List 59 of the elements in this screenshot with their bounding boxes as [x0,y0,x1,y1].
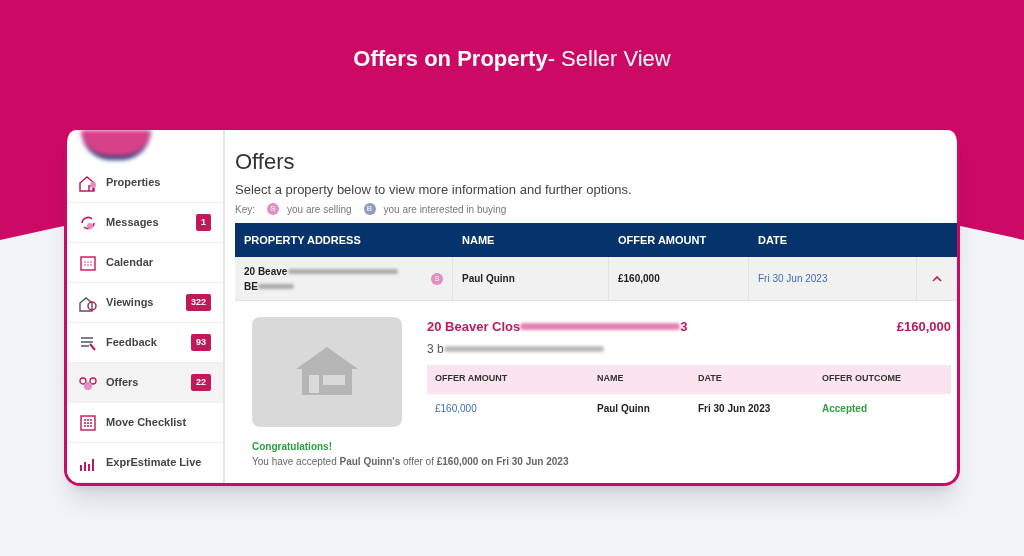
sidebar-item[interactable]: Feedback 93 [67,323,223,363]
blurred-text [257,283,294,289]
banner-title: Offers on Property [353,45,548,73]
name-cell: Paul Quinn [597,403,650,414]
address-text: BE [244,279,258,294]
name-cell-text: Paul Quinn [462,272,515,286]
logo [81,130,151,160]
count-badge: 93 [191,333,211,352]
role-badge: S [431,272,443,285]
key-text: you are interested in buying [383,202,507,217]
column-header: OFFER AMOUNT [435,373,508,384]
address-text: 20 Beave [244,264,288,279]
property-subtitle: 3 b [427,340,444,358]
page-heading: Offers [235,148,296,176]
intro-text: Select a property below to view more information and further options. [235,180,633,199]
key-badge: B [363,203,376,215]
column-header: OFFER OUTCOME [822,373,901,384]
banner-subtitle: - Seller View [547,45,671,73]
grid-icon [78,412,98,433]
sidebar-label: ExprEstimate Live [106,455,203,471]
column-header: DATE [698,373,722,384]
key-badge: S [267,203,279,215]
count-badge: 322 [185,293,211,312]
amount-cell: £160,000 [435,403,477,414]
house-icon [296,347,358,397]
sidebar-item[interactable]: Move Checklist [67,403,223,443]
outcome-cell: Accepted [822,403,867,414]
success-heading: Congratulations! [252,440,333,454]
sidebar-label: Messages [106,215,160,231]
sidebar-label: Properties [106,175,162,191]
key-label: Key: [235,202,255,217]
property-title: 3 [680,318,688,336]
amount-cell-text: £160,000 [618,272,660,286]
sidebar-item[interactable]: ExprEstimate Live [67,443,223,483]
column-header: NAME [462,233,495,246]
column-header: PROPERTY ADDRESS [244,233,361,246]
table-row[interactable]: 20 Beave BE S Paul Quinn £160,000 Fri 30 Jun 2023 [235,257,957,301]
date-cell: Fri 30 Jun 2023 [698,403,771,414]
property-price: £160,000 [896,318,951,336]
sidebar-label: Offers [106,375,140,391]
sidebar-label: Viewings [106,295,155,311]
sidebar-label: Feedback [106,335,158,351]
column-header: DATE [758,233,788,246]
date-cell-text: Fri 30 Jun 2023 [758,272,828,286]
sidebar-item[interactable]: Offers 22 [67,363,223,403]
key-text: you are selling [287,202,352,217]
column-header: NAME [597,373,624,384]
column-header: OFFER AMOUNT [618,233,707,246]
count-badge: 22 [191,373,211,392]
sidebar-item[interactable]: Calendar [67,243,223,283]
count-badge: 1 [196,213,211,232]
sidebar-item[interactable]: Viewings 322 [67,283,223,323]
sidebar-label: Move Checklist [106,415,188,431]
chevron-up-icon[interactable] [932,275,942,282]
property-title: 20 Beaver Clos [427,318,521,336]
sidebar-label: Calendar [106,255,155,271]
sidebar-item[interactable]: Properties [67,163,223,203]
sidebar-item[interactable]: Messages 1 [67,203,223,243]
success-message: You have accepted Paul Quinn's offer of £160,000 on Fri 30 Jun 2023 [252,455,570,469]
